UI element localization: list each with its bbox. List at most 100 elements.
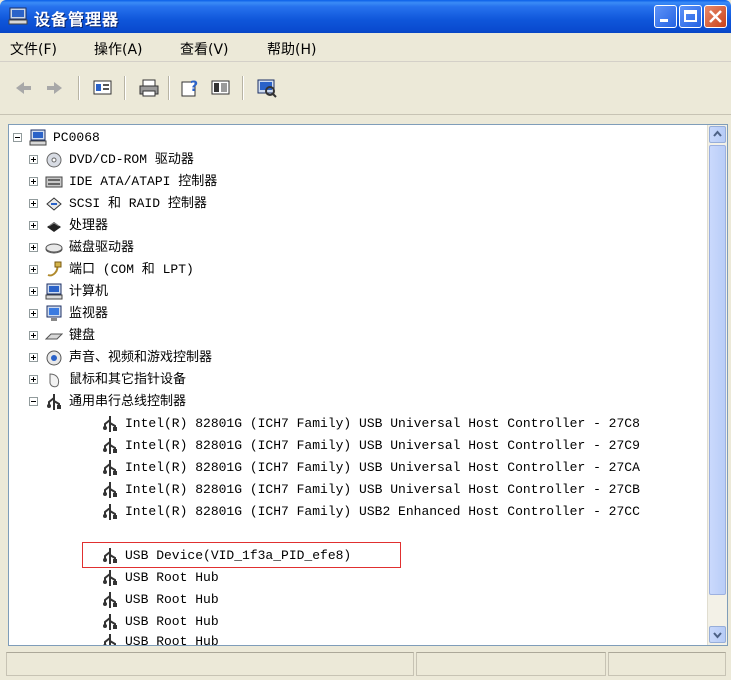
toolbar: ? <box>0 62 731 115</box>
expand-toggle[interactable] <box>29 309 38 318</box>
tree-category[interactable]: 监视器 <box>29 303 429 325</box>
category-label: 鼠标和其它指针设备 <box>69 372 187 387</box>
tree-category[interactable]: 鼠标和其它指针设备 <box>29 369 429 391</box>
properties-icon[interactable] <box>92 78 114 98</box>
maximize-button[interactable] <box>679 5 702 28</box>
category-label: 计算机 <box>69 284 109 299</box>
vertical-scrollbar[interactable] <box>707 125 727 645</box>
tree-device[interactable]: USB Root Hub <box>101 589 701 611</box>
keyboard-icon <box>44 327 64 345</box>
device-label: Intel(R) 82801G (ICH7 Family) USB2 Enhan… <box>125 504 640 519</box>
back-arrow-icon[interactable] <box>12 78 34 98</box>
expand-toggle[interactable] <box>29 221 38 230</box>
close-button[interactable] <box>704 5 727 28</box>
expand-toggle[interactable] <box>29 265 38 274</box>
tree-category[interactable]: 声音、视频和游戏控制器 <box>29 347 429 369</box>
tree-device[interactable]: Intel(R) 82801G (ICH7 Family) USB Univer… <box>101 435 701 457</box>
device-label: USB Root Hub <box>125 614 219 629</box>
toolbar-separator <box>242 76 244 100</box>
tree-root[interactable]: PC0068 <box>13 127 313 149</box>
device-tree-pane: PC0068 DVD/CD-ROM 驱动器 IDE ATA/ATAPI 控制器 <box>8 124 728 646</box>
tree-device[interactable]: Intel(R) 82801G (ICH7 Family) USB Univer… <box>101 457 701 479</box>
status-segment <box>6 652 414 676</box>
tree-root-label: PC0068 <box>53 130 100 145</box>
menu-help[interactable]: 帮助(H) <box>267 39 316 59</box>
status-bar <box>0 650 731 680</box>
tree-category[interactable]: IDE ATA/ATAPI 控制器 <box>29 171 429 193</box>
tree-device[interactable]: USB Root Hub <box>101 611 701 633</box>
toolbar-separator <box>78 76 80 100</box>
tree-category[interactable]: DVD/CD-ROM 驱动器 <box>29 149 429 171</box>
usb-icon <box>101 459 119 477</box>
usb-icon <box>101 415 119 433</box>
menu-view[interactable]: 查看(V) <box>180 39 229 59</box>
scsi-controller-icon <box>45 195 63 213</box>
tree-category[interactable]: 键盘 <box>29 325 429 347</box>
forward-arrow-icon[interactable] <box>44 78 66 98</box>
usb-icon <box>45 393 63 411</box>
computer-icon <box>45 283 63 301</box>
computer-icon <box>8 7 28 25</box>
category-label: SCSI 和 RAID 控制器 <box>69 196 207 211</box>
scan-hardware-icon[interactable] <box>256 78 278 98</box>
expand-toggle[interactable] <box>29 199 38 208</box>
view-icon[interactable] <box>210 78 232 98</box>
category-label: 通用串行总线控制器 <box>69 394 187 409</box>
svg-text:?: ? <box>190 79 198 95</box>
tree-device[interactable]: Intel(R) 82801G (ICH7 Family) USB Univer… <box>101 413 701 435</box>
category-label: 声音、视频和游戏控制器 <box>69 350 213 365</box>
expand-toggle[interactable] <box>29 243 38 252</box>
usb-icon <box>101 503 119 521</box>
expand-toggle[interactable] <box>29 331 38 340</box>
usb-icon <box>101 437 119 455</box>
menu-file[interactable]: 文件(F) <box>10 39 57 59</box>
expand-toggle[interactable] <box>29 375 38 384</box>
scrollbar-thumb[interactable] <box>709 145 726 595</box>
mouse-icon <box>45 371 63 389</box>
category-label: 端口 (COM 和 LPT) <box>69 262 194 277</box>
category-label: 监视器 <box>69 306 109 321</box>
title-bar[interactable]: 设备管理器 <box>0 0 731 33</box>
monitor-icon <box>45 305 63 323</box>
tree-category[interactable]: SCSI 和 RAID 控制器 <box>29 193 429 215</box>
category-label: 键盘 <box>69 328 96 343</box>
tree-category[interactable]: 端口 (COM 和 LPT) <box>29 259 429 281</box>
usb-icon <box>101 633 119 645</box>
menu-action[interactable]: 操作(A) <box>94 39 143 59</box>
port-icon <box>45 261 63 279</box>
print-icon[interactable] <box>138 78 160 98</box>
collapse-toggle[interactable] <box>29 397 38 406</box>
usb-icon <box>101 591 119 609</box>
tree-device[interactable]: USB Root Hub <box>101 567 701 589</box>
window-title: 设备管理器 <box>34 10 120 29</box>
highlight-box <box>82 542 401 568</box>
toolbar-separator <box>168 76 170 100</box>
device-label: Intel(R) 82801G (ICH7 Family) USB Univer… <box>125 482 640 497</box>
tree-device[interactable]: Intel(R) 82801G (ICH7 Family) USB2 Enhan… <box>101 501 701 523</box>
device-label: USB Root Hub <box>125 570 219 585</box>
tree-device[interactable]: Intel(R) 82801G (ICH7 Family) USB Univer… <box>101 479 701 501</box>
ide-controller-icon <box>45 173 63 191</box>
expand-toggle[interactable] <box>29 177 38 186</box>
tree-category[interactable]: 计算机 <box>29 281 429 303</box>
expand-toggle[interactable] <box>29 353 38 362</box>
device-label: Intel(R) 82801G (ICH7 Family) USB Univer… <box>125 416 640 431</box>
tree-category-expanded[interactable]: 通用串行总线控制器 <box>29 391 429 413</box>
collapse-toggle[interactable] <box>13 133 22 142</box>
category-label: IDE ATA/ATAPI 控制器 <box>69 174 218 189</box>
tree-category[interactable]: 处理器 <box>29 215 429 237</box>
scroll-up-button[interactable] <box>709 126 726 143</box>
category-label: 磁盘驱动器 <box>69 240 135 255</box>
processor-icon <box>45 217 63 235</box>
tree-category[interactable]: 磁盘驱动器 <box>29 237 429 259</box>
status-segment <box>608 652 726 676</box>
device-label: Intel(R) 82801G (ICH7 Family) USB Univer… <box>125 460 640 475</box>
status-segment <box>416 652 606 676</box>
expand-toggle[interactable] <box>29 155 38 164</box>
help-icon[interactable]: ? <box>180 78 202 98</box>
tree-device[interactable]: USB Root Hub <box>101 631 701 645</box>
disk-drive-icon <box>45 239 63 257</box>
scroll-down-button[interactable] <box>709 626 726 643</box>
expand-toggle[interactable] <box>29 287 38 296</box>
minimize-button[interactable] <box>654 5 677 28</box>
